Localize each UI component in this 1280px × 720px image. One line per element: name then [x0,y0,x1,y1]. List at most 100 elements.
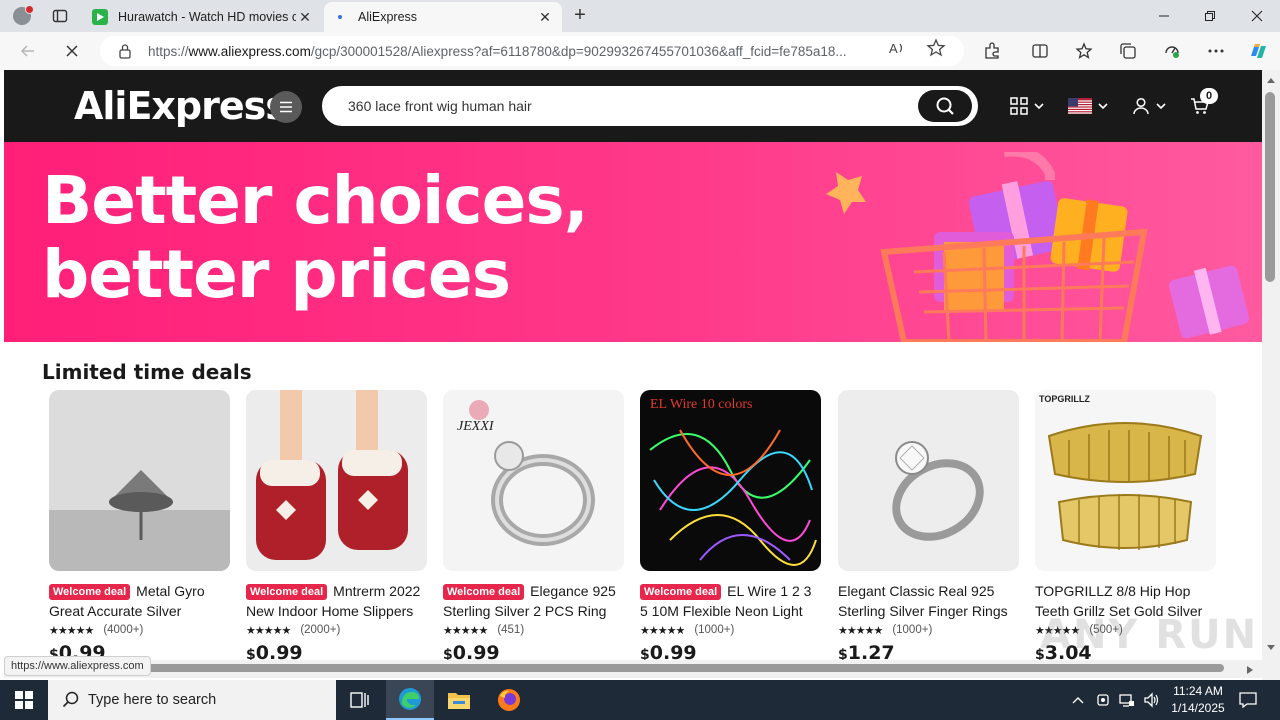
horizontal-scrollbar[interactable] [4,660,1262,678]
product-image[interactable]: TOPGRILLZ [1035,390,1216,571]
product-rating: ★★★★★ (1000+) [838,624,933,637]
product-card[interactable]: Welcome deal Mntrerm 2022 New Indoor Home… [246,390,428,664]
network-icon[interactable] [1116,680,1138,720]
security-tray-icon[interactable] [1092,680,1114,720]
rating-stars-icon: ★★★★★ [640,624,685,637]
chevron-down-icon [1156,103,1166,110]
clock-time: 11:24 AM [1173,684,1223,698]
product-card[interactable]: Welcome deal Metal Gyro Great Accurate Si… [49,390,231,664]
account-menu[interactable] [1132,92,1166,120]
menu-icon[interactable] [270,91,302,123]
product-image[interactable]: JEXXI [443,390,624,571]
rating-stars-icon: ★★★★★ [443,624,488,637]
promo-banner[interactable]: Better choices, better prices [4,142,1262,342]
grillz-brand-text: TOPGRILLZ [1039,394,1090,404]
close-icon[interactable]: ✕ [536,8,554,26]
tab-aliexpress[interactable]: AliExpress ✕ [324,2,562,32]
url-path: /gcp/300001528/Aliexpress?af=6118780&dp=… [310,43,847,59]
product-title: Welcome deal Metal Gyro Great Accurate Si… [49,583,205,619]
edge-icon[interactable] [386,680,434,720]
volume-icon[interactable] [1140,680,1162,720]
vertical-scrollbar[interactable] [1262,70,1280,680]
tab-hurawatch[interactable]: Hurawatch - Watch HD movies o ✕ [84,2,322,32]
task-view-icon[interactable] [336,680,384,720]
new-tab-icon[interactable]: + [568,4,592,28]
tab-actions-icon[interactable] [46,6,74,26]
notification-icon[interactable] [1236,680,1260,720]
search-box[interactable]: 360 lace front wig human hair [322,86,978,126]
profile-icon[interactable] [8,4,36,28]
collections-icon[interactable] [1114,37,1142,65]
system-clock[interactable]: 11:24 AM 1/14/2025 [1160,683,1236,717]
extensions-icon[interactable] [978,37,1006,65]
product-card[interactable]: Elegant Classic Real 925 Sterling Silver… [838,390,1020,664]
product-image[interactable] [246,390,427,571]
rating-stars-icon: ★★★★★ [838,624,883,637]
search-icon [936,97,954,115]
product-title: Welcome deal Mntrerm 2022 New Indoor Home… [246,583,421,619]
product-card[interactable]: JEXXI Welcome deal Elegance 925 Sterling … [443,390,625,664]
url-domain: www.aliexpress.com [188,43,311,59]
categories-icon [1010,97,1028,115]
read-aloud-icon[interactable]: A [888,39,908,63]
tray-chevron-icon[interactable] [1068,680,1088,720]
banner-headline-1: Better choices, [42,162,589,239]
search-icon [62,691,80,713]
ring-brand-text: JEXXI [457,419,495,434]
product-card[interactable]: EL Wire 10 colors Welcome deal EL Wire 1 … [640,390,822,664]
cart-count-badge: 0 [1200,88,1218,104]
welcome-deal-badge: Welcome deal [443,584,525,600]
welcome-deal-badge: Welcome deal [49,584,131,600]
taskbar: Type here to search 11:24 AM 1/14/2025 [0,680,1280,720]
taskbar-search-placeholder: Type here to search [88,692,217,708]
address-bar[interactable]: https://www.aliexpress.com/gcp/300001528… [100,36,964,66]
more-icon[interactable] [1202,37,1230,65]
firefox-icon[interactable] [485,680,533,720]
section-title: Limited time deals [42,360,252,384]
elwire-image-text: EL Wire 10 colors [650,397,752,412]
split-screen-icon[interactable] [1026,37,1054,65]
search-button[interactable] [918,90,972,122]
site-logo[interactable]: AliExpress [74,84,288,128]
shopping-cart-gifts-illustration [826,152,1249,342]
product-image[interactable]: EL Wire 10 colors [640,390,821,571]
hurawatch-favicon [92,9,108,25]
product-title: Welcome deal Elegance 925 Sterling Silver… [443,583,616,619]
watermark: ANY RUN [1040,612,1259,658]
stop-loading-icon[interactable] [58,37,86,65]
svg-text:A: A [889,41,898,56]
favorites-icon[interactable] [1070,37,1098,65]
product-rating: ★★★★★ (451) [443,624,525,637]
search-input[interactable]: 360 lace front wig human hair [324,98,918,114]
back-icon[interactable] [14,37,42,65]
lock-icon[interactable] [118,43,132,62]
file-explorer-icon[interactable] [435,680,483,720]
product-image[interactable] [838,390,1019,571]
restore-icon[interactable] [1187,0,1233,32]
product-title: Welcome deal EL Wire 1 2 3 5 10M Flexible… [640,583,812,619]
tab-title: AliExpress [358,10,418,24]
product-image[interactable] [49,390,230,571]
account-icon [1133,97,1149,115]
product-rating: ★★★★★ (4000+) [49,624,144,637]
windows-start-icon[interactable] [0,680,48,720]
chevron-down-icon [1034,103,1044,110]
status-bar-url: https://www.aliexpress.com [4,656,151,676]
site-header: AliExpress 360 lace front wig human hair [4,70,1262,142]
region-selector[interactable] [1068,92,1108,120]
favorite-star-icon[interactable] [926,38,950,62]
taskbar-search[interactable]: Type here to search [48,680,336,720]
copilot-icon[interactable] [1244,37,1272,65]
minimize-icon[interactable] [1141,0,1187,32]
close-icon[interactable]: ✕ [296,8,314,26]
welcome-deal-badge: Welcome deal [640,584,722,600]
categories-menu[interactable] [1010,92,1044,120]
banner-headline-2: better prices [42,236,511,313]
product-title: Elegant Classic Real 925 Sterling Silver… [838,583,1008,619]
rating-stars-icon: ★★★★★ [49,624,94,637]
aliexpress-favicon [332,9,348,25]
product-rating: ★★★★★ (1000+) [640,624,735,637]
close-window-icon[interactable] [1234,0,1280,32]
welcome-deal-badge: Welcome deal [246,584,328,600]
performance-icon[interactable] [1158,37,1186,65]
